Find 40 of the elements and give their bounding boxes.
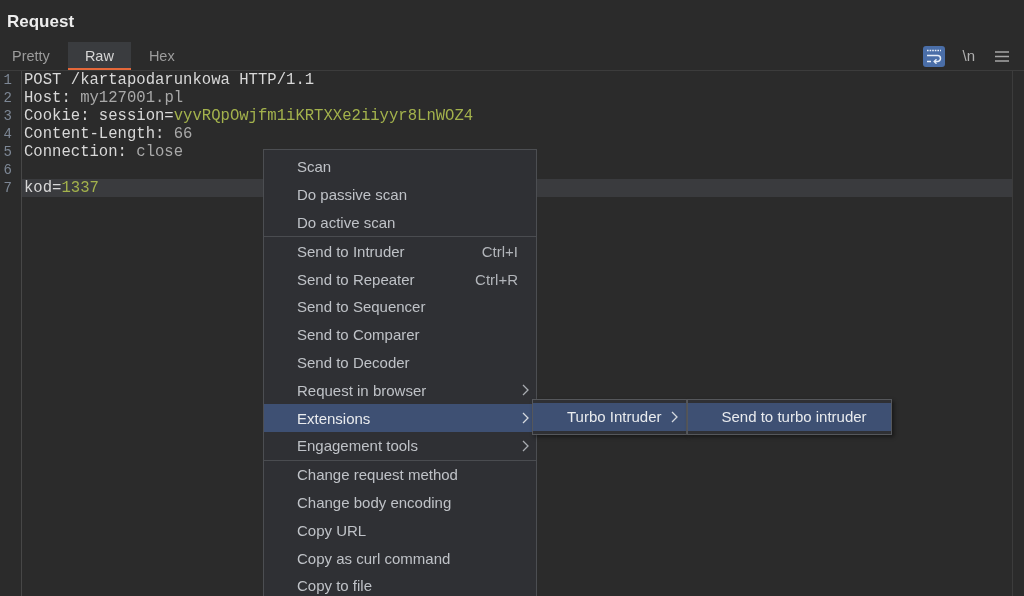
line-number: 3: [3, 107, 12, 125]
menu-item[interactable]: Send to turbo intruder: [687, 403, 891, 431]
shortcut-label: Ctrl+I: [481, 242, 518, 260]
menu-item[interactable]: Send to Decoder: [264, 348, 536, 377]
menu-item[interactable]: Send to Sequencer: [264, 293, 536, 321]
menu-item[interactable]: Send to Comparer: [264, 320, 536, 349]
line-number: 7: [3, 179, 12, 197]
word-wrap-toggle[interactable]: [923, 45, 946, 67]
code-line: Cookie: session=vyvRQpOwjfm1iKRTXXe2iiyyr8LnWOZ4: [24, 107, 474, 125]
menu-item[interactable]: Turbo Intruder: [533, 403, 686, 431]
menu-item[interactable]: Request in browser: [264, 376, 536, 405]
code-line: Connection: close: [24, 143, 184, 161]
menu-item[interactable]: Send to Repeater Ctrl+R: [264, 265, 536, 293]
menu-item[interactable]: Engagement tools: [264, 431, 536, 460]
tab[interactable]: Pretty: [0, 42, 67, 70]
newline-toggle[interactable]: \n: [960, 46, 977, 66]
shortcut-label: Ctrl+R: [475, 270, 518, 288]
wrap-lines-icon: [926, 48, 943, 64]
menu-icon[interactable]: [995, 50, 1009, 62]
menu-item[interactable]: Do active scan: [264, 208, 536, 237]
tab[interactable]: Hex: [131, 42, 192, 70]
tab[interactable]: Raw: [67, 42, 131, 70]
line-number: 5: [3, 143, 12, 161]
menu-item[interactable]: Scan: [264, 153, 536, 181]
menu-item[interactable]: Copy to file: [264, 571, 536, 596]
line-number: 2: [3, 89, 12, 107]
code-line: kod=1337: [24, 179, 99, 197]
line-number: 6: [3, 161, 12, 179]
menu-item[interactable]: Change request method: [264, 460, 536, 489]
code-line: POST /kartapodarunkowa HTTP/1.1: [24, 71, 315, 89]
line-number: 1: [3, 71, 12, 89]
panel-title: Request: [6, 11, 75, 33]
code-line: Host: my127001.pl: [24, 89, 184, 107]
menu-item[interactable]: Copy as curl command: [264, 544, 536, 572]
menu-item[interactable]: Change body encoding: [264, 488, 536, 517]
code-line: Content-Length: 66: [24, 125, 193, 143]
menu-item[interactable]: Copy URL: [264, 516, 536, 545]
menu-item[interactable]: Send to Intruder Ctrl+I: [264, 237, 536, 266]
menu-item[interactable]: Do passive scan: [264, 180, 536, 209]
line-number: 4: [3, 125, 12, 143]
